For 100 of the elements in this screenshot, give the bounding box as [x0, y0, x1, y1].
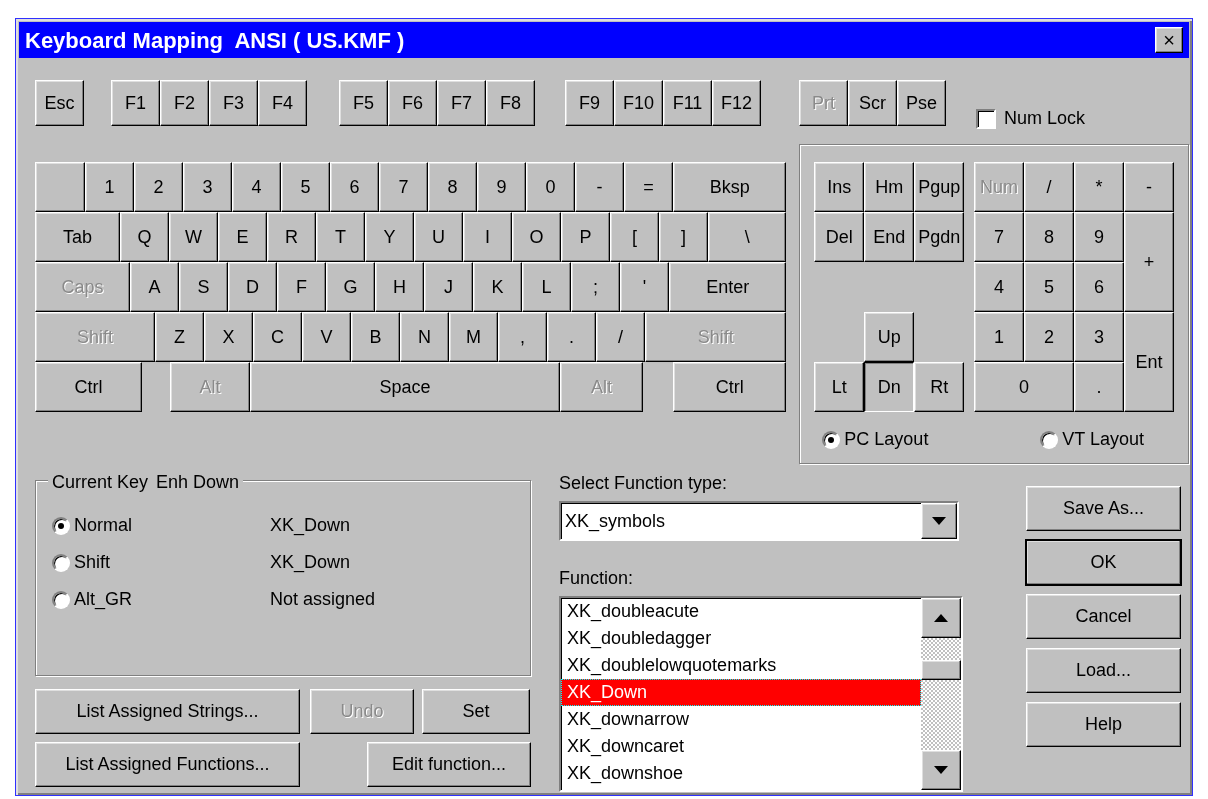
arrow-key[interactable]: Up: [864, 312, 915, 362]
list-item[interactable]: XK_doublelowquotemarks: [561, 652, 921, 679]
keyboard-key[interactable]: Hm: [864, 162, 915, 212]
keyboard-key[interactable]: Space: [250, 362, 560, 412]
keyboard-key[interactable]: End: [864, 212, 915, 262]
keyboard-key[interactable]: /: [596, 312, 645, 362]
keyboard-key[interactable]: F: [277, 262, 326, 312]
keyboard-key[interactable]: 0: [526, 162, 575, 212]
keyboard-key[interactable]: 5: [1024, 262, 1074, 312]
keyboard-key[interactable]: Pgup: [914, 162, 965, 212]
list-item[interactable]: XK_downshoe: [561, 760, 921, 787]
keyboard-key[interactable]: L: [522, 262, 571, 312]
keyboard-key[interactable]: Del: [814, 212, 865, 262]
function-type-dropdown[interactable]: XK_symbols: [559, 501, 959, 541]
keyboard-key[interactable]: Pse: [897, 80, 946, 126]
keyboard-key[interactable]: P: [561, 212, 610, 262]
radio-button[interactable]: [52, 553, 70, 572]
close-button[interactable]: ×: [1155, 27, 1183, 53]
keyboard-key[interactable]: \: [708, 212, 787, 262]
keyboard-key[interactable]: Y: [365, 212, 414, 262]
keyboard-key[interactable]: F1: [111, 80, 160, 126]
keyboard-key[interactable]: F9: [565, 80, 614, 126]
list-item[interactable]: XK_downarrow: [561, 706, 921, 733]
scroll-up-button[interactable]: [921, 598, 961, 638]
keyboard-key[interactable]: R: [267, 212, 316, 262]
keyboard-key[interactable]: .: [1074, 362, 1124, 412]
keyboard-key[interactable]: F5: [339, 80, 388, 126]
keyboard-key[interactable]: 8: [1024, 212, 1074, 262]
keyboard-key[interactable]: A: [130, 262, 179, 312]
keyboard-key[interactable]: 8: [428, 162, 477, 212]
keyboard-key[interactable]: Esc: [35, 80, 84, 126]
keyboard-key[interactable]: F8: [486, 80, 535, 126]
keyboard-key[interactable]: G: [326, 262, 375, 312]
keyboard-key[interactable]: F3: [209, 80, 258, 126]
keyboard-key[interactable]: T: [316, 212, 365, 262]
radio-button[interactable]: [1040, 430, 1059, 449]
keyboard-key[interactable]: O: [512, 212, 561, 262]
arrow-key[interactable]: Dn: [864, 362, 915, 412]
keyboard-key[interactable]: F6: [388, 80, 437, 126]
keyboard-key[interactable]: E: [218, 212, 267, 262]
keyboard-key[interactable]: 3: [183, 162, 232, 212]
function-list[interactable]: XK_doubleacute XK_doubledagger XK_doublelowquotemarks XK_Down XK_downarrow XK_downcaret XK_downshoe: [559, 596, 963, 792]
radio-button[interactable]: [52, 516, 70, 535]
keyboard-key[interactable]: -: [575, 162, 624, 212]
dialog-button[interactable]: Load...: [1026, 648, 1181, 693]
keyboard-key[interactable]: F10: [614, 80, 663, 126]
keyboard-key[interactable]: *: [1074, 162, 1124, 212]
keyboard-key[interactable]: ]: [659, 212, 708, 262]
list-item[interactable]: XK_Down: [561, 679, 921, 706]
keyboard-key[interactable]: Tab: [35, 212, 120, 262]
keyboard-key[interactable]: U: [414, 212, 463, 262]
keyboard-key[interactable]: Z: [155, 312, 204, 362]
keyboard-key[interactable]: Scr: [848, 80, 897, 126]
action-button[interactable]: List Assigned Functions...: [35, 742, 300, 787]
arrow-key[interactable]: Rt: [914, 362, 965, 412]
scroll-down-button[interactable]: [921, 750, 961, 790]
num-lock-checkbox[interactable]: [976, 108, 996, 129]
keyboard-key[interactable]: Enter: [669, 262, 787, 312]
keyboard-key[interactable]: W: [169, 212, 218, 262]
keyboard-key[interactable]: 3: [1074, 312, 1124, 362]
list-item[interactable]: XK_doubleacute: [561, 598, 921, 625]
keyboard-key[interactable]: Ctrl: [673, 362, 787, 412]
keyboard-key[interactable]: 7: [974, 212, 1024, 262]
dialog-button[interactable]: Cancel: [1026, 594, 1181, 639]
keyboard-key[interactable]: F4: [258, 80, 307, 126]
list-item[interactable]: XK_doubledagger: [561, 625, 921, 652]
keyboard-key[interactable]: 7: [379, 162, 428, 212]
arrow-key[interactable]: Lt: [814, 362, 865, 412]
action-button[interactable]: Set: [422, 689, 530, 734]
keyboard-key[interactable]: 0: [974, 362, 1074, 412]
keyboard-key[interactable]: Q: [120, 212, 169, 262]
scrollbar-thumb[interactable]: [921, 660, 961, 680]
list-item[interactable]: XK_downcaret: [561, 733, 921, 760]
keyboard-key[interactable]: F11: [663, 80, 712, 126]
keyboard-key[interactable]: Ent: [1124, 312, 1174, 412]
dropdown-button[interactable]: [921, 503, 957, 539]
keyboard-key[interactable]: 4: [232, 162, 281, 212]
keyboard-key[interactable]: [: [610, 212, 659, 262]
keyboard-key[interactable]: 6: [330, 162, 379, 212]
keyboard-key[interactable]: Pgdn: [914, 212, 965, 262]
dialog-button[interactable]: Save As...: [1026, 486, 1181, 531]
keyboard-key[interactable]: =: [624, 162, 673, 212]
keyboard-key[interactable]: F12: [712, 80, 761, 126]
keyboard-key[interactable]: J: [424, 262, 473, 312]
keyboard-key[interactable]: +: [1124, 212, 1174, 312]
keyboard-key[interactable]: 2: [1024, 312, 1074, 362]
keyboard-key[interactable]: [35, 162, 85, 212]
keyboard-key[interactable]: Bksp: [673, 162, 787, 212]
keyboard-key[interactable]: 1: [974, 312, 1024, 362]
keyboard-key[interactable]: Ctrl: [35, 362, 142, 412]
keyboard-key[interactable]: F7: [437, 80, 486, 126]
keyboard-key[interactable]: B: [351, 312, 400, 362]
keyboard-key[interactable]: 9: [477, 162, 526, 212]
keyboard-key[interactable]: M: [449, 312, 498, 362]
keyboard-key[interactable]: V: [302, 312, 351, 362]
keyboard-key[interactable]: C: [253, 312, 302, 362]
keyboard-key[interactable]: F2: [160, 80, 209, 126]
keyboard-key[interactable]: /: [1024, 162, 1074, 212]
radio-button[interactable]: [52, 590, 70, 609]
keyboard-key[interactable]: S: [179, 262, 228, 312]
